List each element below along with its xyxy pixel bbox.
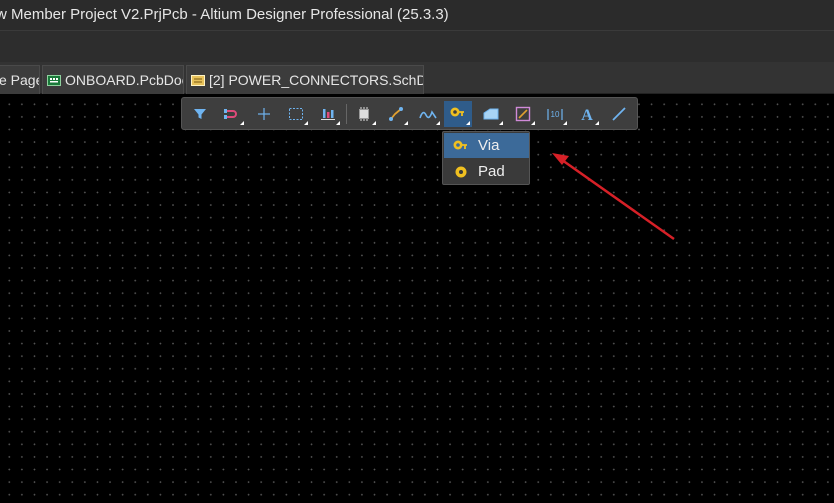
annotation-arrow <box>552 153 675 241</box>
